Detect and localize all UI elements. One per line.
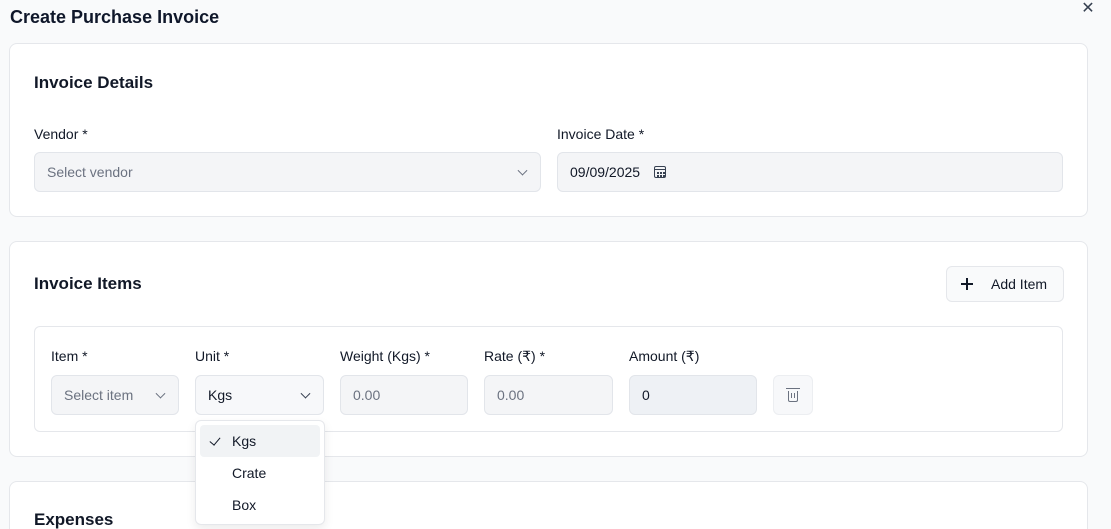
- item-placeholder: Select item: [64, 387, 134, 403]
- chevron-down-icon: [300, 388, 311, 399]
- vendor-select[interactable]: Select vendor: [34, 152, 541, 192]
- invoice-item-row: Item * Unit * Weight (Kgs) * Rate (₹) * …: [34, 326, 1063, 432]
- item-select[interactable]: Select item: [51, 375, 179, 415]
- unit-option-label: Box: [232, 497, 257, 513]
- rate-column-label: Rate (₹) *: [484, 348, 546, 364]
- weight-column-label: Weight (Kgs) *: [340, 348, 430, 364]
- rate-placeholder: 0.00: [497, 387, 525, 403]
- vendor-label: Vendor *: [34, 126, 88, 142]
- close-icon[interactable]: ✕: [1080, 1, 1096, 17]
- check-icon: [209, 434, 221, 446]
- unit-option-kgs[interactable]: Kgs: [200, 425, 320, 457]
- invoice-date-label: Invoice Date *: [557, 126, 645, 142]
- unit-column-label: Unit *: [195, 348, 230, 364]
- invoice-date-field[interactable]: 09/09/2025: [557, 152, 1063, 192]
- unit-option-crate[interactable]: Crate: [200, 457, 320, 489]
- unit-option-box[interactable]: Box: [200, 489, 320, 521]
- trash-icon: [786, 388, 800, 402]
- delete-item-button[interactable]: [773, 375, 813, 415]
- invoice-details-title: Invoice Details: [34, 73, 154, 92]
- chevron-down-icon: [155, 388, 166, 399]
- item-column-label: Item *: [51, 348, 88, 364]
- add-item-button[interactable]: Add Item: [946, 266, 1064, 302]
- weight-placeholder: 0.00: [353, 387, 381, 403]
- invoice-date-value: 09/09/2025: [570, 164, 641, 180]
- invoice-items-card: Invoice Items Add Item Item * Unit * Wei…: [9, 241, 1088, 457]
- unit-dropdown-menu: Kgs Crate Box: [195, 420, 325, 525]
- calendar-icon[interactable]: [654, 166, 667, 178]
- unit-select[interactable]: Kgs: [195, 375, 324, 415]
- invoice-details-card: Invoice Details Vendor * Select vendor I…: [9, 43, 1088, 217]
- unit-option-label: Kgs: [232, 433, 257, 449]
- unit-value: Kgs: [208, 387, 233, 403]
- amount-value: 0: [642, 387, 650, 403]
- unit-option-label: Crate: [232, 465, 267, 481]
- rate-input[interactable]: 0.00: [484, 375, 613, 415]
- expenses-title: Expenses: [34, 510, 114, 529]
- amount-column-label: Amount (₹): [629, 348, 700, 364]
- dialog-title: Create Purchase Invoice: [10, 7, 220, 27]
- add-item-label: Add Item: [991, 276, 1048, 292]
- expenses-card: Expenses: [9, 481, 1088, 529]
- amount-field: 0: [629, 375, 757, 415]
- vendor-placeholder: Select vendor: [47, 164, 133, 180]
- weight-input[interactable]: 0.00: [340, 375, 468, 415]
- chevron-down-icon: [517, 165, 528, 176]
- plus-icon: [961, 278, 973, 290]
- invoice-items-title: Invoice Items: [34, 274, 142, 293]
